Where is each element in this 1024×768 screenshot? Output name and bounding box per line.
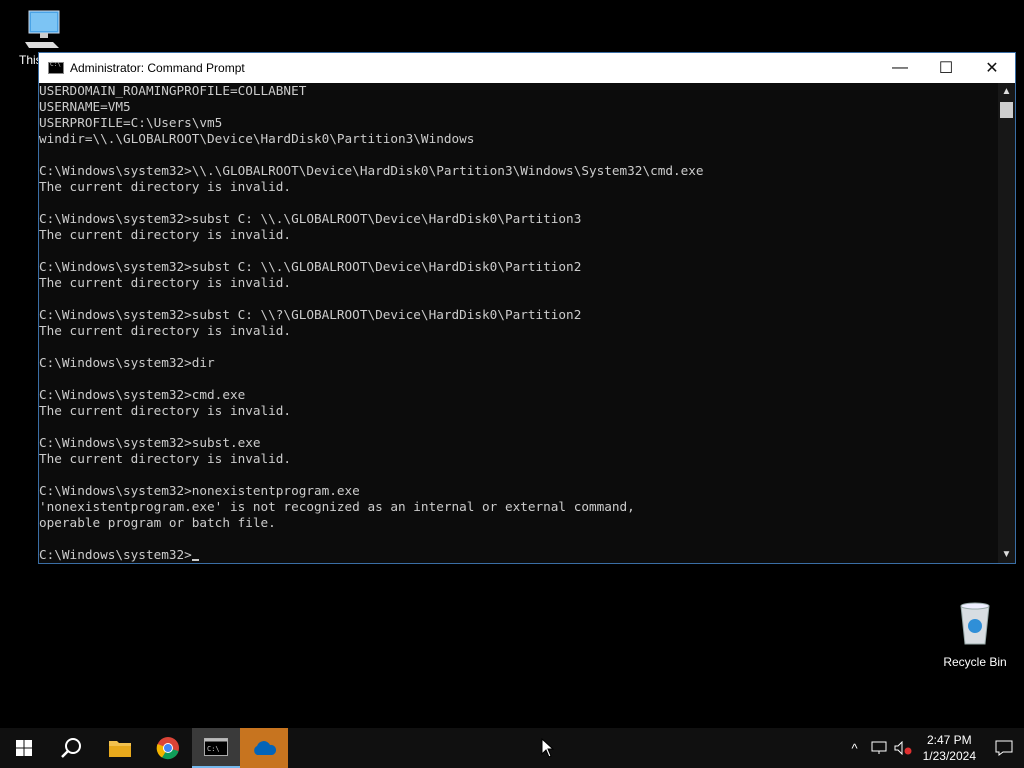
console-output[interactable]: USERDOMAIN_ROAMINGPROFILE=COLLABNET USER… [39,83,998,563]
clock-date: 1/23/2024 [922,749,976,763]
scroll-thumb[interactable] [1000,102,1013,118]
taskbar: C:\ ^ 2:47 PM 1/23/2024 [0,728,1024,768]
command-prompt-taskbar-button[interactable]: C:\ [192,728,240,768]
svg-text:C:\: C:\ [207,745,220,753]
console-line: C:\Windows\system32>nonexistentprogram.e… [39,483,360,498]
console-line: C:\Windows\system32>subst C: \\?\GLOBALR… [39,307,582,322]
console-line: The current directory is invalid. [39,323,292,338]
onedrive-icon [254,741,277,755]
console-line: The current directory is invalid. [39,179,292,194]
console-line: operable program or batch file. [39,515,276,530]
clock-time: 2:47 PM [926,733,972,747]
chrome-icon [156,737,179,760]
folder-icon [109,741,131,757]
window-titlebar[interactable]: Administrator: Command Prompt — ☐ ✕ [39,53,1015,83]
file-explorer-button[interactable] [96,728,144,768]
computer-icon [25,10,60,48]
taskbar-clock[interactable]: 2:47 PM 1/23/2024 [915,732,984,764]
desktop-icon-recycle-bin[interactable]: Recycle Bin [940,600,1010,669]
notification-icon [995,740,1013,756]
console-text: USERDOMAIN_ROAMINGPROFILE=COLLABNET USER… [39,83,704,563]
console-line: USERPROFILE=C:\Users\vm5 [39,115,223,130]
scroll-up-arrow-icon[interactable]: ▲ [998,83,1015,100]
maximize-button[interactable]: ☐ [923,53,969,83]
search-button[interactable] [48,728,96,768]
command-prompt-icon: C:\ [204,738,228,756]
console-line: 'nonexistentprogram.exe' is not recogniz… [39,499,635,514]
command-prompt-window[interactable]: Administrator: Command Prompt — ☐ ✕ USER… [38,52,1016,564]
console-line: USERNAME=VM5 [39,99,131,114]
mouse-pointer-icon [541,738,555,758]
cmd-app-icon [48,61,64,74]
console-line: C:\Windows\system32>cmd.exe [39,387,246,402]
minimize-button[interactable]: — [877,53,923,83]
vertical-scrollbar[interactable]: ▲ ▼ [998,83,1015,563]
system-tray: ^ 2:47 PM 1/23/2024 [843,728,1024,768]
window-title: Administrator: Command Prompt [70,61,245,75]
scroll-down-arrow-icon[interactable]: ▼ [998,546,1015,563]
console-line: The current directory is invalid. [39,451,292,466]
chrome-button[interactable] [144,728,192,768]
windows-logo-icon [16,740,32,756]
console-line: C:\Windows\system32>dir [39,355,215,370]
onedrive-button[interactable] [240,728,288,768]
console-line: The current directory is invalid. [39,403,292,418]
close-button[interactable]: ✕ [969,53,1015,83]
console-line: The current directory is invalid. [39,275,292,290]
show-hidden-icons-chevron-up-icon[interactable]: ^ [843,728,867,768]
desktop-icon-label: Recycle Bin [943,655,1007,669]
volume-muted-icon[interactable] [891,728,915,768]
console-prompt: C:\Windows\system32> [39,547,192,562]
console-line: C:\Windows\system32>\\.\GLOBALROOT\Devic… [39,163,704,178]
search-icon [61,738,81,758]
recycle-bin-icon [960,602,990,645]
console-line: C:\Windows\system32>subst C: \\.\GLOBALR… [39,211,582,226]
network-icon[interactable] [867,728,891,768]
start-button[interactable] [0,728,48,768]
console-line: C:\Windows\system32>subst C: \\.\GLOBALR… [39,259,582,274]
action-center-button[interactable] [984,728,1024,768]
console-line: USERDOMAIN_ROAMINGPROFILE=COLLABNET [39,83,307,98]
console-line: C:\Windows\system32>subst.exe [39,435,261,450]
console-line: windir=\\.\GLOBALROOT\Device\HardDisk0\P… [39,131,475,146]
console-line: The current directory is invalid. [39,227,292,242]
text-cursor [191,559,199,561]
